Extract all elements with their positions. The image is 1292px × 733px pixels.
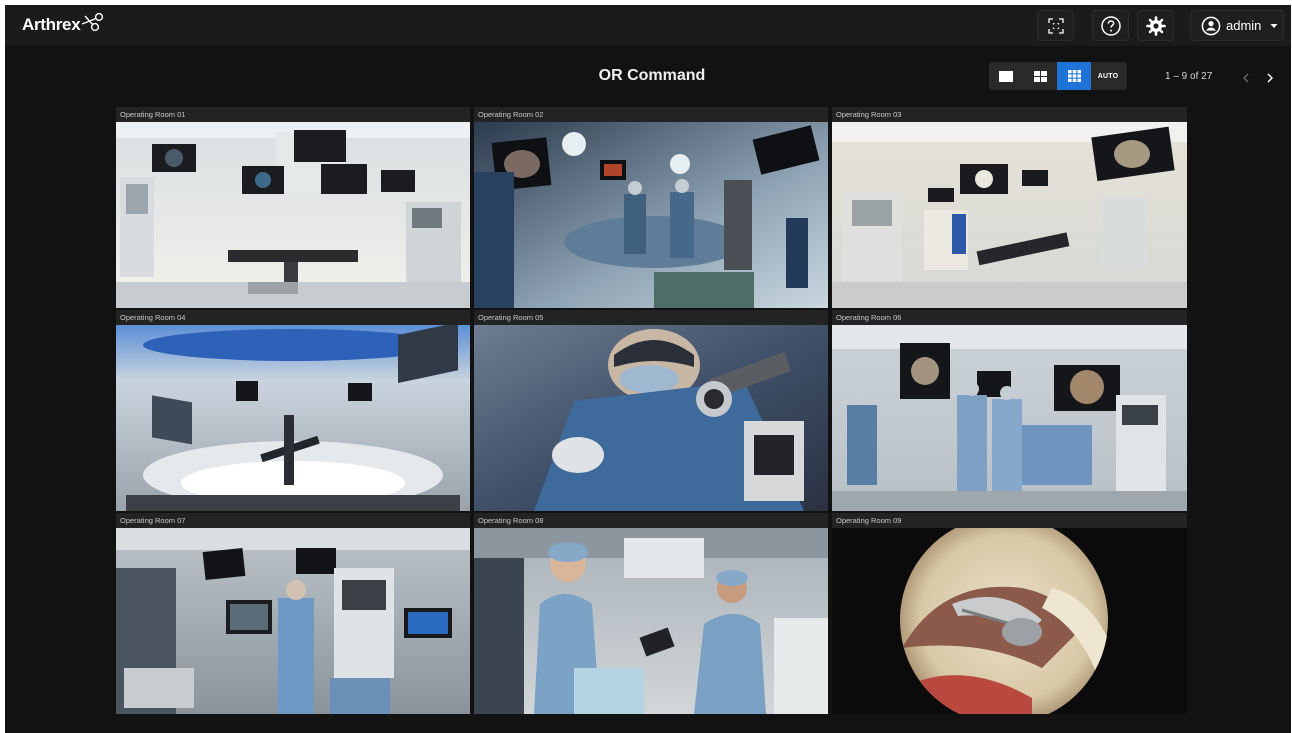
room-tile-08[interactable]: Operating Room 08: [474, 513, 828, 714]
room-tile-01[interactable]: Operating Room 01: [116, 107, 470, 308]
room-video-feed[interactable]: [116, 122, 470, 308]
room-video-feed[interactable]: [832, 528, 1187, 714]
room-label: Operating Room 07: [116, 513, 470, 528]
or-command-app: Arthrex admin OR Command AUTO 1 – 9 of 2…: [5, 5, 1291, 733]
nine-grid-view-icon: [1067, 70, 1081, 82]
fullscreen-icon: [1047, 17, 1064, 34]
settings-button[interactable]: [1137, 10, 1174, 41]
room-label: Operating Room 02: [474, 107, 828, 122]
video-frame: [474, 122, 828, 308]
video-frame: [116, 528, 470, 714]
gear-icon: [1145, 15, 1166, 36]
video-frame: [116, 325, 470, 511]
user-name: admin: [1226, 18, 1262, 33]
video-frame: [474, 528, 828, 714]
room-tile-09[interactable]: Operating Room 09: [832, 513, 1187, 714]
room-video-feed[interactable]: [474, 528, 828, 714]
room-label: Operating Room 08: [474, 513, 828, 528]
room-label: Operating Room 03: [832, 107, 1187, 122]
layout-auto-button[interactable]: AUTO: [1091, 62, 1125, 90]
video-frame: [116, 122, 470, 308]
chevron-right-icon: [1267, 73, 1273, 83]
room-video-feed[interactable]: [116, 325, 470, 511]
room-tile-03[interactable]: Operating Room 03: [832, 107, 1187, 308]
user-menu-button[interactable]: admin: [1190, 10, 1284, 41]
room-tile-06[interactable]: Operating Room 06: [832, 310, 1187, 511]
chevron-left-icon: [1243, 73, 1249, 83]
user-circle-icon: [1201, 16, 1221, 35]
room-video-feed[interactable]: [474, 122, 828, 308]
previous-page-button[interactable]: [1239, 71, 1253, 85]
video-frame: [832, 122, 1187, 308]
room-video-feed[interactable]: [832, 325, 1187, 511]
brand-name: Arthrex: [22, 15, 81, 34]
room-video-feed[interactable]: [116, 528, 470, 714]
fullscreen-button[interactable]: [1037, 10, 1074, 41]
layout-auto-label: AUTO: [1097, 72, 1119, 80]
help-icon: [1100, 15, 1121, 36]
next-page-button[interactable]: [1263, 71, 1277, 85]
video-frame: [832, 528, 1187, 714]
chevron-down-icon: [1270, 23, 1278, 28]
room-label: Operating Room 01: [116, 107, 470, 122]
room-tile-04[interactable]: Operating Room 04: [116, 310, 470, 511]
room-grid: Operating Room 01 Operating Room 02 Oper…: [116, 107, 1189, 714]
room-tile-05[interactable]: Operating Room 05: [474, 310, 828, 511]
room-tile-02[interactable]: Operating Room 02: [474, 107, 828, 308]
room-video-feed[interactable]: [832, 122, 1187, 308]
single-view-icon: [999, 70, 1013, 82]
scissors-logo-icon: [82, 12, 104, 32]
room-label: Operating Room 05: [474, 310, 828, 325]
room-label: Operating Room 04: [116, 310, 470, 325]
layout-quad-button[interactable]: [1023, 62, 1057, 90]
help-button[interactable]: [1092, 10, 1129, 41]
pagination-status: 1 – 9 of 27: [1165, 71, 1213, 82]
video-frame: [832, 325, 1187, 511]
layout-nine-grid-button[interactable]: [1057, 62, 1091, 90]
top-bar: Arthrex admin: [5, 5, 1291, 46]
room-label: Operating Room 06: [832, 310, 1187, 325]
layout-single-button[interactable]: [989, 62, 1023, 90]
layout-selector: AUTO: [989, 62, 1127, 90]
video-frame: [474, 325, 828, 511]
room-video-feed[interactable]: [474, 325, 828, 511]
room-label: Operating Room 09: [832, 513, 1187, 528]
quad-view-icon: [1033, 70, 1047, 82]
room-tile-07[interactable]: Operating Room 07: [116, 513, 470, 714]
brand-logo: Arthrex: [22, 11, 105, 39]
